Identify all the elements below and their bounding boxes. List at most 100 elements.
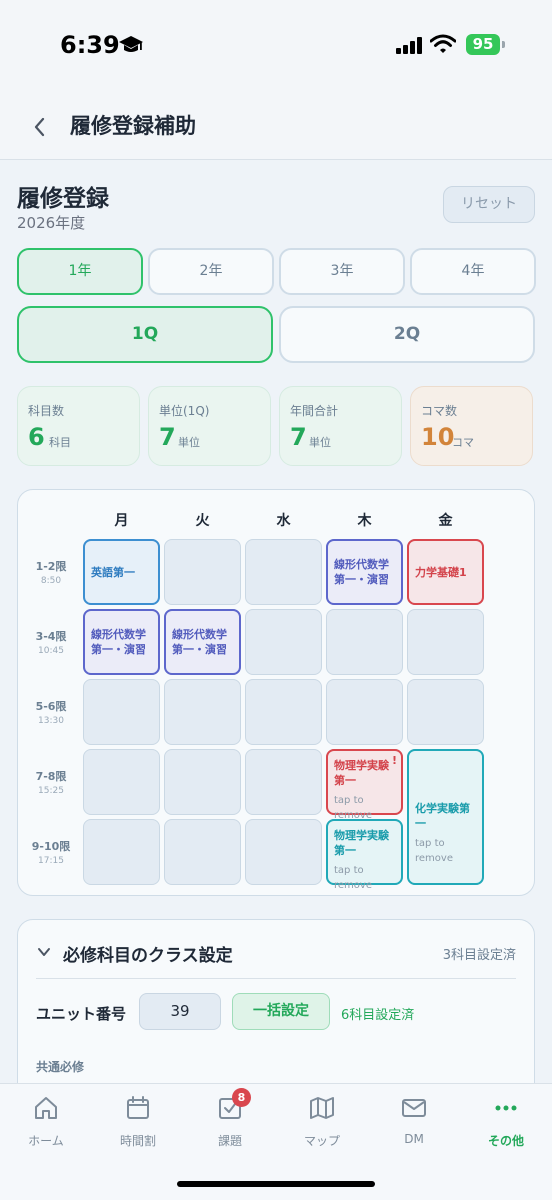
stat-slot-count: コマ数 10 コマ <box>410 386 533 466</box>
stat-value: 7 <box>159 423 176 451</box>
course-block[interactable]: 線形代数学第一・演習 <box>83 609 160 675</box>
battery-tip <box>502 41 505 48</box>
stat-unit: コマ <box>452 436 474 449</box>
timetable-slot[interactable] <box>326 679 403 745</box>
timetable-slot[interactable] <box>245 679 322 745</box>
reset-button[interactable]: リセット <box>443 186 535 223</box>
timetable-slot[interactable] <box>407 679 484 745</box>
mail-icon <box>402 1099 426 1117</box>
class-settings-count: 3科目設定済 <box>442 948 516 963</box>
course-name: 英語第一 <box>91 565 135 579</box>
cellular-signal-icon <box>396 36 422 54</box>
timetable-slot[interactable] <box>83 679 160 745</box>
timetable-slot[interactable] <box>83 819 160 885</box>
course-name: 線形代数学第一・演習 <box>334 558 389 586</box>
stat-unit: 単位 <box>309 436 331 449</box>
timetable-slot[interactable] <box>164 749 241 815</box>
wifi-icon <box>430 34 456 53</box>
stat-label: 単位(1Q) <box>159 404 210 418</box>
tab-dm[interactable]: DM <box>368 1094 460 1146</box>
timetable-slot[interactable] <box>326 609 403 675</box>
stat-label: 年間合計 <box>290 404 339 418</box>
stat-label: 科目数 <box>28 404 65 418</box>
timetable-slot[interactable] <box>245 609 322 675</box>
timetable-slot[interactable] <box>245 819 322 885</box>
tab-label: 課題 <box>217 1134 242 1148</box>
course-name: 物理学実験第一 <box>334 829 389 857</box>
course-block[interactable]: 物理学実験第一 tap to remove! <box>326 749 403 821</box>
course-block[interactable]: 物理学実験第一 tap to remove <box>326 819 403 891</box>
course-block[interactable]: 線形代数学第一・演習 <box>164 609 241 675</box>
status-bar: 6:39 95 <box>0 0 552 96</box>
period-label: 5-6限 13:30 <box>18 698 84 726</box>
timetable-slot[interactable] <box>83 749 160 815</box>
period-time: 13:30 <box>38 716 64 726</box>
course-name: 線形代数学第一・演習 <box>172 628 227 656</box>
timetable-slot[interactable] <box>245 539 322 605</box>
period-number: 9-10限 <box>31 840 71 853</box>
stat-value: 10 <box>421 423 455 451</box>
period-label: 7-8限 15:25 <box>18 768 84 796</box>
tab-assignments[interactable]: 8 課題 <box>184 1088 276 1149</box>
tab-label: その他 <box>487 1134 524 1148</box>
tab-quarter-1[interactable]: 1Q <box>17 306 273 363</box>
unit-number-label: ユニット番号 <box>36 1005 127 1023</box>
timetable-slot[interactable] <box>245 749 322 815</box>
course-name: 化学実験第一 <box>415 802 470 830</box>
timetable-slot[interactable] <box>407 609 484 675</box>
bulk-set-button[interactable]: 一括設定 <box>232 993 330 1030</box>
timetable-slot[interactable] <box>164 819 241 885</box>
home-indicator <box>177 1181 375 1187</box>
timetable-slot[interactable] <box>164 679 241 745</box>
tab-quarter-2[interactable]: 2Q <box>279 306 535 363</box>
scroll-content[interactable]: 履修登録 2026年度 リセット 1年 2年 3年 4年 1Q 2Q 科目数 6… <box>0 161 552 1083</box>
timetable-slot[interactable] <box>164 539 241 605</box>
period-label: 3-4限 10:45 <box>18 628 84 656</box>
period-time: 8:50 <box>40 576 62 586</box>
course-name: 力学基礎1 <box>415 565 467 579</box>
stat-value: 6 <box>28 423 45 451</box>
period-number: 5-6限 <box>35 700 67 713</box>
notification-badge: 8 <box>232 1088 251 1107</box>
section-title: 履修登録 <box>17 186 109 212</box>
tab-more[interactable]: その他 <box>460 1094 552 1149</box>
unit-number-input[interactable]: 39 <box>139 993 221 1030</box>
course-block[interactable]: 英語第一 <box>83 539 160 605</box>
course-block[interactable]: 化学実験第一 tap to remove <box>407 749 484 885</box>
divider <box>36 978 516 979</box>
course-block[interactable]: 線形代数学第一・演習 <box>326 539 403 605</box>
map-icon <box>310 1097 334 1119</box>
course-name: 物理学実験第一 <box>334 759 389 787</box>
day-header: 月 <box>114 513 129 529</box>
period-time: 17:15 <box>38 856 64 866</box>
tab-label: 時間割 <box>119 1134 156 1148</box>
tab-year-3[interactable]: 3年 <box>279 248 405 295</box>
stat-unit: 単位 <box>178 436 200 449</box>
class-settings-title[interactable]: 必修科目のクラス設定 <box>63 941 233 966</box>
tab-label: DM <box>404 1132 424 1146</box>
home-icon <box>35 1097 57 1119</box>
page-title: 履修登録補助 <box>70 114 196 138</box>
tab-home[interactable]: ホーム <box>0 1094 92 1149</box>
stat-label: コマ数 <box>421 404 458 418</box>
course-block[interactable]: 力学基礎1 <box>407 539 484 605</box>
bulk-set-status: 6科目設定済 <box>341 1008 415 1023</box>
day-header: 金 <box>438 513 453 529</box>
nav-bar: 履修登録補助 <box>0 96 552 160</box>
tab-label: ホーム <box>28 1134 64 1148</box>
graduation-cap-icon <box>119 36 143 52</box>
battery-icon: 95 <box>466 34 500 55</box>
calendar-icon <box>127 1096 149 1119</box>
chevron-left-icon[interactable] <box>30 112 50 142</box>
chevron-down-icon[interactable] <box>37 945 51 959</box>
tab-year-2[interactable]: 2年 <box>148 248 274 295</box>
task-icon-wrap: 8 <box>216 1088 251 1122</box>
period-label: 1-2限 8:50 <box>18 558 84 586</box>
tab-timetable[interactable]: 時間割 <box>92 1094 184 1149</box>
remove-hint: tap to remove <box>334 865 372 891</box>
tab-year-1[interactable]: 1年 <box>17 248 143 295</box>
academic-year: 2026年度 <box>17 214 86 232</box>
tab-year-4[interactable]: 4年 <box>410 248 536 295</box>
tab-map[interactable]: マップ <box>276 1094 368 1149</box>
remove-hint: tap to remove <box>415 838 453 864</box>
